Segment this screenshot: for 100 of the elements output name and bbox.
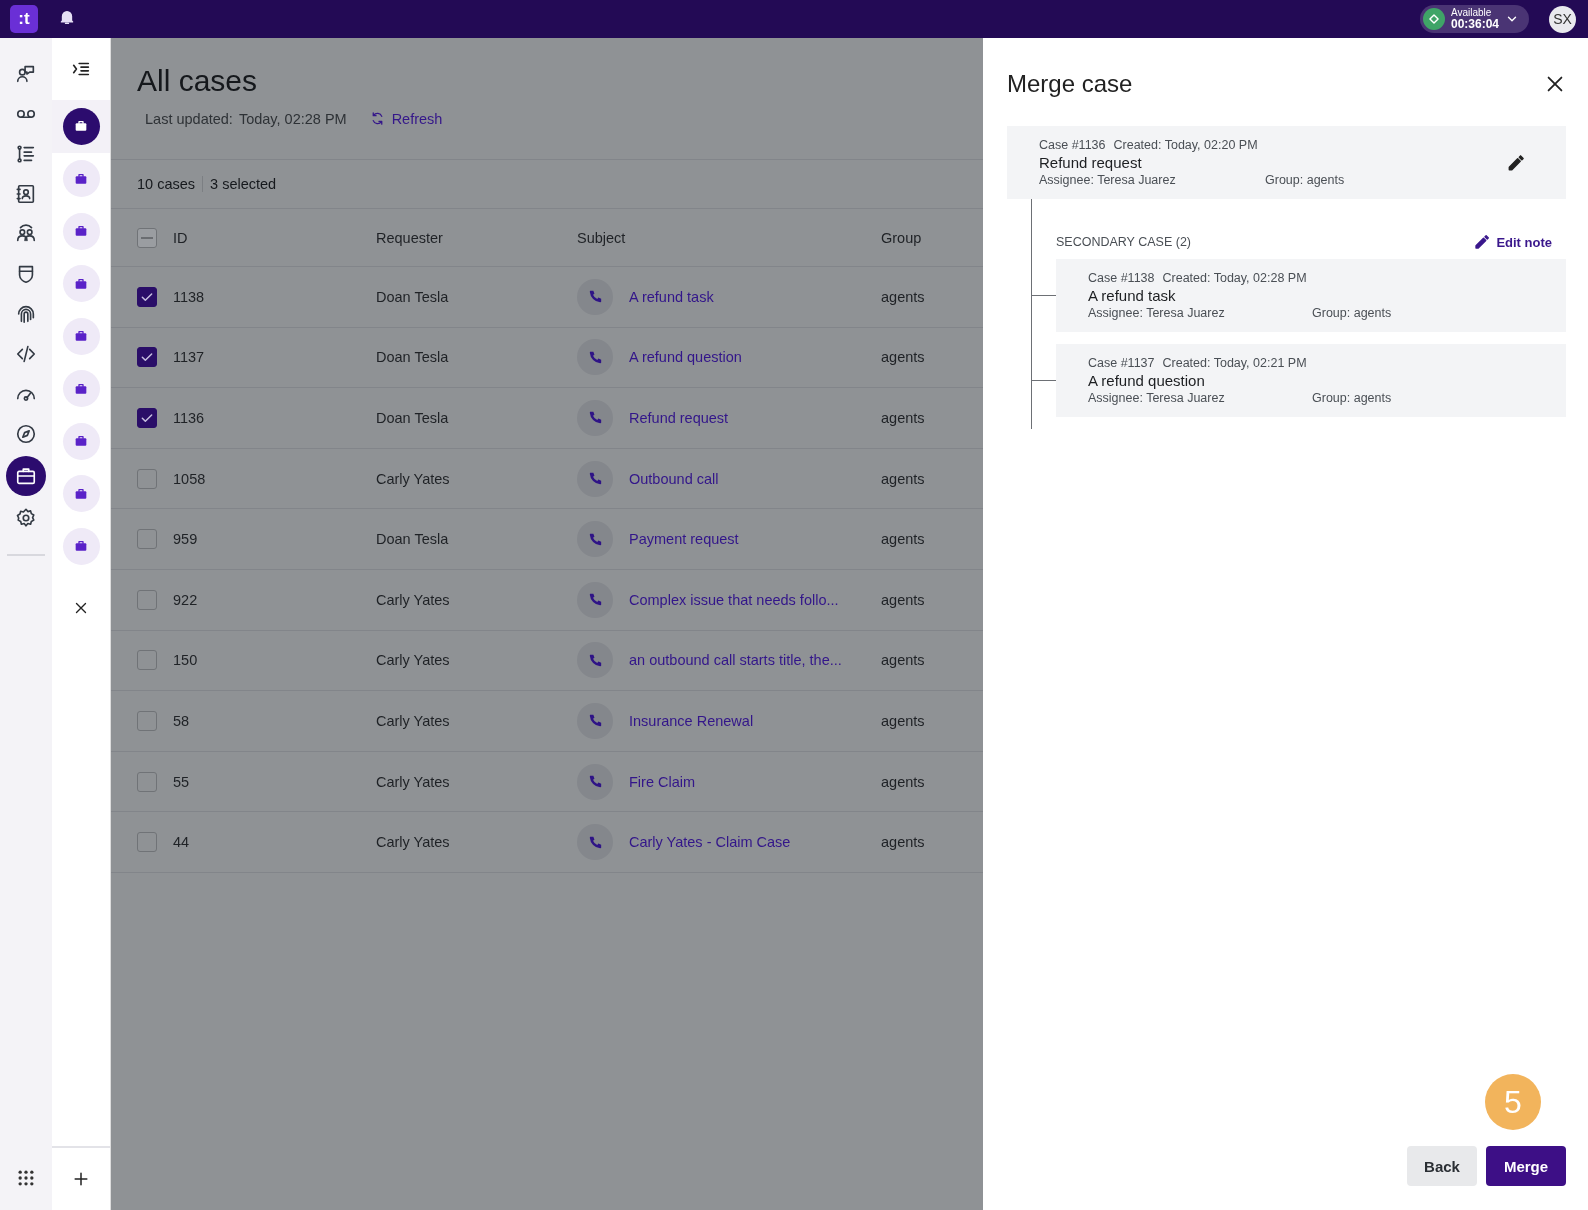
column-header[interactable]: Subject xyxy=(577,229,881,246)
case-id: 150 xyxy=(173,652,199,669)
subject-link[interactable]: an outbound call starts title, the... xyxy=(629,652,842,669)
subject-link[interactable]: Insurance Renewal xyxy=(629,712,754,729)
assignee-text: Assignee: Teresa Juarez xyxy=(1088,391,1226,405)
case-id: 1138 xyxy=(173,288,206,305)
grid-icon xyxy=(16,1168,36,1188)
case-number: Case #1137 xyxy=(1088,356,1155,370)
case-id: 922 xyxy=(173,591,199,608)
requester-name: Carly Yates xyxy=(376,834,451,851)
subject-link[interactable]: A refund task xyxy=(629,288,714,305)
row-checkbox[interactable] xyxy=(137,286,157,307)
case-subject: A refund task xyxy=(1088,287,1177,304)
case-number: Case #1136 xyxy=(1039,138,1106,152)
group-name: agents xyxy=(881,531,926,548)
minus-icon xyxy=(141,236,153,239)
panel-title: Merge case xyxy=(1007,70,1133,98)
merge-button[interactable]: Merge xyxy=(1486,1146,1566,1186)
case-tab[interactable] xyxy=(62,317,100,355)
group-name: agents xyxy=(881,410,926,426)
case-tab[interactable] xyxy=(62,422,100,460)
list-icon xyxy=(15,143,37,165)
requester-name: Carly Yates xyxy=(376,470,451,487)
assignee-text: Assignee: Teresa Juarez xyxy=(1039,173,1177,187)
row-checkbox[interactable] xyxy=(137,832,157,853)
diamond-icon xyxy=(1426,12,1441,26)
group-text: Group: agents xyxy=(1265,173,1346,187)
pencil-icon xyxy=(1506,152,1526,173)
group-name: agents xyxy=(881,773,926,790)
nav-item[interactable] xyxy=(6,456,46,496)
group-name: agents xyxy=(881,591,926,608)
case-subject: Refund request xyxy=(1039,154,1143,171)
requester-name: Doan Tesla xyxy=(376,410,450,426)
requester-name: Doan Tesla xyxy=(376,288,450,305)
column-header[interactable]: Group xyxy=(881,229,983,246)
group-text: Group: agents xyxy=(1312,306,1393,320)
group-name: agents xyxy=(881,349,926,366)
row-checkbox[interactable] xyxy=(137,529,157,550)
edit-button[interactable] xyxy=(1506,152,1526,173)
case-tab[interactable] xyxy=(62,160,100,198)
secondary-case-label: SECONDARY CASE (2) xyxy=(1056,235,1191,249)
case-subject: A refund question xyxy=(1088,372,1206,389)
case-tab[interactable] xyxy=(62,212,100,250)
requester-name: Doan Tesla xyxy=(376,531,450,548)
row-checkbox[interactable] xyxy=(137,408,157,428)
code-icon xyxy=(15,343,37,365)
selected-count: 3 selected xyxy=(210,176,277,192)
briefcase-icon xyxy=(15,465,37,487)
chat-person-icon xyxy=(15,63,37,85)
subject-link[interactable]: Complex issue that needs follo... xyxy=(629,591,839,608)
refresh-button[interactable]: Refresh xyxy=(368,110,443,127)
settings-icon xyxy=(15,507,37,529)
created-date: Created: Today, 02:21 PM xyxy=(1162,356,1307,370)
assignee-text: Assignee: Teresa Juarez xyxy=(1088,306,1226,320)
case-id: 959 xyxy=(173,531,199,548)
subject-link[interactable]: Carly Yates - Claim Case xyxy=(629,834,791,851)
case-id: 1137 xyxy=(173,349,206,366)
row-checkbox[interactable] xyxy=(137,468,157,489)
requester-name: Doan Tesla xyxy=(376,349,450,366)
case-id: 1136 xyxy=(173,410,206,426)
case-id: 55 xyxy=(173,773,191,790)
requester-name: Carly Yates xyxy=(376,712,451,729)
pencil-icon xyxy=(1473,233,1492,251)
group-name: agents xyxy=(881,652,926,669)
created-date: Created: Today, 02:28 PM xyxy=(1162,271,1307,285)
case-count: 10 cases xyxy=(137,176,204,192)
subject-link[interactable]: A refund question xyxy=(629,349,742,366)
row-checkbox[interactable] xyxy=(137,710,157,731)
subject-link[interactable]: Outbound call xyxy=(629,470,719,487)
column-header[interactable]: Requester xyxy=(376,229,577,246)
column-header[interactable]: ID xyxy=(173,229,376,246)
case-id: 58 xyxy=(173,712,191,729)
back-button[interactable]: Back xyxy=(1407,1146,1477,1186)
case-tab[interactable] xyxy=(62,527,100,565)
fingerprint-icon xyxy=(15,303,37,325)
group-name: agents xyxy=(881,834,926,851)
group-text: Group: agents xyxy=(1312,391,1393,405)
bell-icon xyxy=(58,8,76,26)
group-name: agents xyxy=(881,470,926,487)
case-tab[interactable] xyxy=(62,370,100,408)
subject-link[interactable]: Fire Claim xyxy=(629,773,696,790)
case-tab[interactable] xyxy=(62,265,100,303)
status-selector[interactable]: Available 00:36:04 xyxy=(1419,5,1529,33)
page-title: All cases xyxy=(137,64,259,98)
row-checkbox[interactable] xyxy=(137,589,157,610)
case-tab[interactable] xyxy=(62,475,100,513)
app-logo[interactable]: :t xyxy=(10,5,38,33)
last-updated-label: Last updated: xyxy=(145,110,233,127)
case-tab[interactable] xyxy=(62,107,100,145)
subject-link[interactable]: Refund request xyxy=(629,410,729,426)
row-checkbox[interactable] xyxy=(137,347,157,368)
case-id: 1058 xyxy=(173,470,207,487)
user-avatar[interactable]: SX xyxy=(1549,5,1576,33)
requester-name: Carly Yates xyxy=(376,591,451,608)
subject-link[interactable]: Payment request xyxy=(629,531,739,548)
edit-note-button[interactable]: Edit note xyxy=(1473,233,1552,251)
select-all-checkbox[interactable] xyxy=(137,227,157,248)
row-checkbox[interactable] xyxy=(137,771,157,792)
row-checkbox[interactable] xyxy=(137,650,157,671)
compass-icon xyxy=(15,423,37,445)
